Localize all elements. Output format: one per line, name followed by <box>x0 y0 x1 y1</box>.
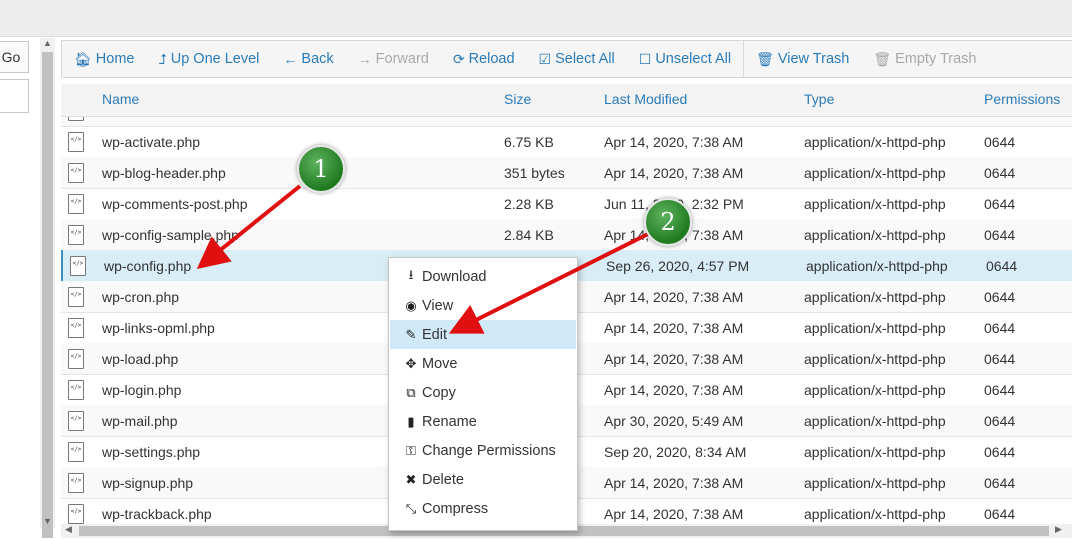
step-badge-1: 1 <box>297 145 345 193</box>
step-badge-2: 2 <box>644 198 692 246</box>
arrow-to-edit <box>448 231 651 334</box>
annotation-arrows <box>196 184 651 334</box>
arrow-to-wp-config <box>196 184 302 270</box>
